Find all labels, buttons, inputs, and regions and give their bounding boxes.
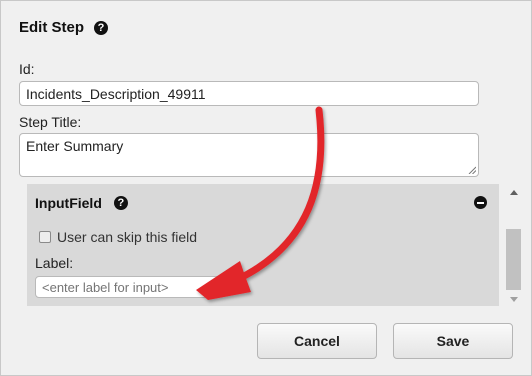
skip-field-checkbox-row[interactable]: User can skip this field xyxy=(39,229,197,245)
skip-field-label: User can skip this field xyxy=(57,229,198,245)
step-title-label: Step Title: xyxy=(19,114,82,130)
resize-grip-icon[interactable] xyxy=(468,166,476,174)
collapse-icon[interactable] xyxy=(474,196,487,209)
panel-scrollbar[interactable] xyxy=(505,184,522,306)
edit-step-dialog: Edit Step ? Id: Step Title: Enter Summar… xyxy=(0,0,532,376)
scroll-up-arrow-icon[interactable] xyxy=(510,190,518,195)
input-field-panel: InputField ? User can skip this field La… xyxy=(27,184,499,306)
skip-field-checkbox[interactable] xyxy=(39,231,51,243)
panel-title-text: InputField xyxy=(35,195,102,211)
scroll-down-arrow-icon[interactable] xyxy=(510,297,518,302)
dialog-title-text: Edit Step xyxy=(19,19,85,36)
label-input[interactable] xyxy=(35,276,222,298)
panel-title: InputField ? xyxy=(35,195,128,211)
dialog-title: Edit Step ? xyxy=(19,19,109,36)
id-label: Id: xyxy=(19,61,35,77)
panel-help-icon[interactable]: ? xyxy=(113,196,128,210)
label-field-label: Label: xyxy=(35,255,74,271)
step-title-field: Enter Summary xyxy=(19,133,479,177)
save-button[interactable]: Save xyxy=(393,323,513,359)
cancel-button[interactable]: Cancel xyxy=(257,323,377,359)
step-title-textarea[interactable]: Enter Summary xyxy=(19,133,479,177)
scroll-thumb[interactable] xyxy=(506,229,521,290)
help-icon[interactable]: ? xyxy=(94,20,109,35)
id-input[interactable] xyxy=(19,81,479,106)
